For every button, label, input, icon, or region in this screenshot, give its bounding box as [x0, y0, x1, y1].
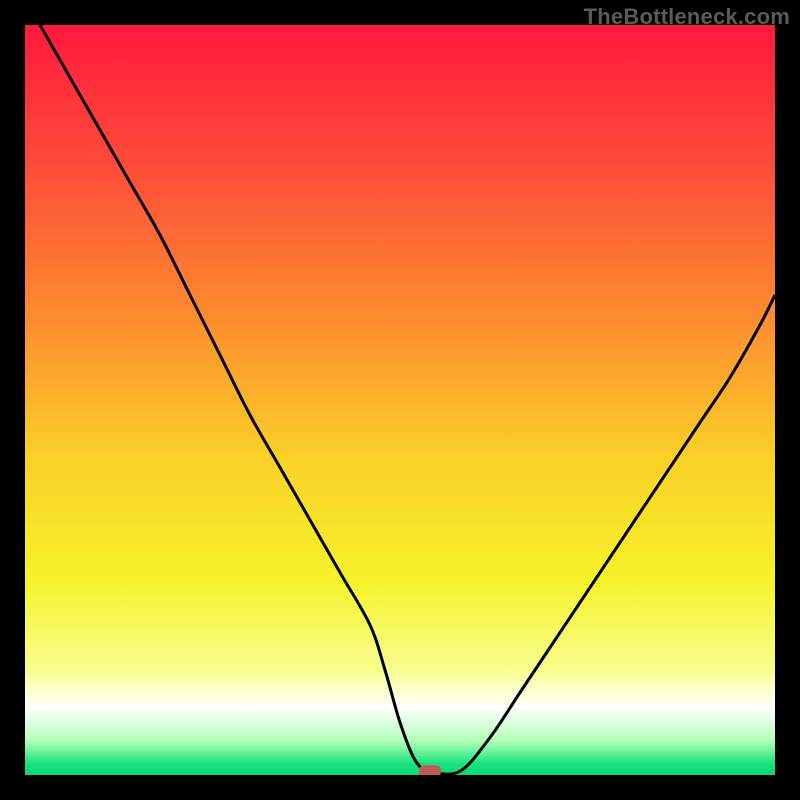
plot-area — [25, 25, 775, 775]
watermark-text: TheBottleneck.com — [584, 4, 790, 30]
min-marker — [419, 765, 441, 775]
gradient-background — [25, 25, 775, 775]
chart-frame: TheBottleneck.com — [0, 0, 800, 800]
chart-svg — [25, 25, 775, 775]
